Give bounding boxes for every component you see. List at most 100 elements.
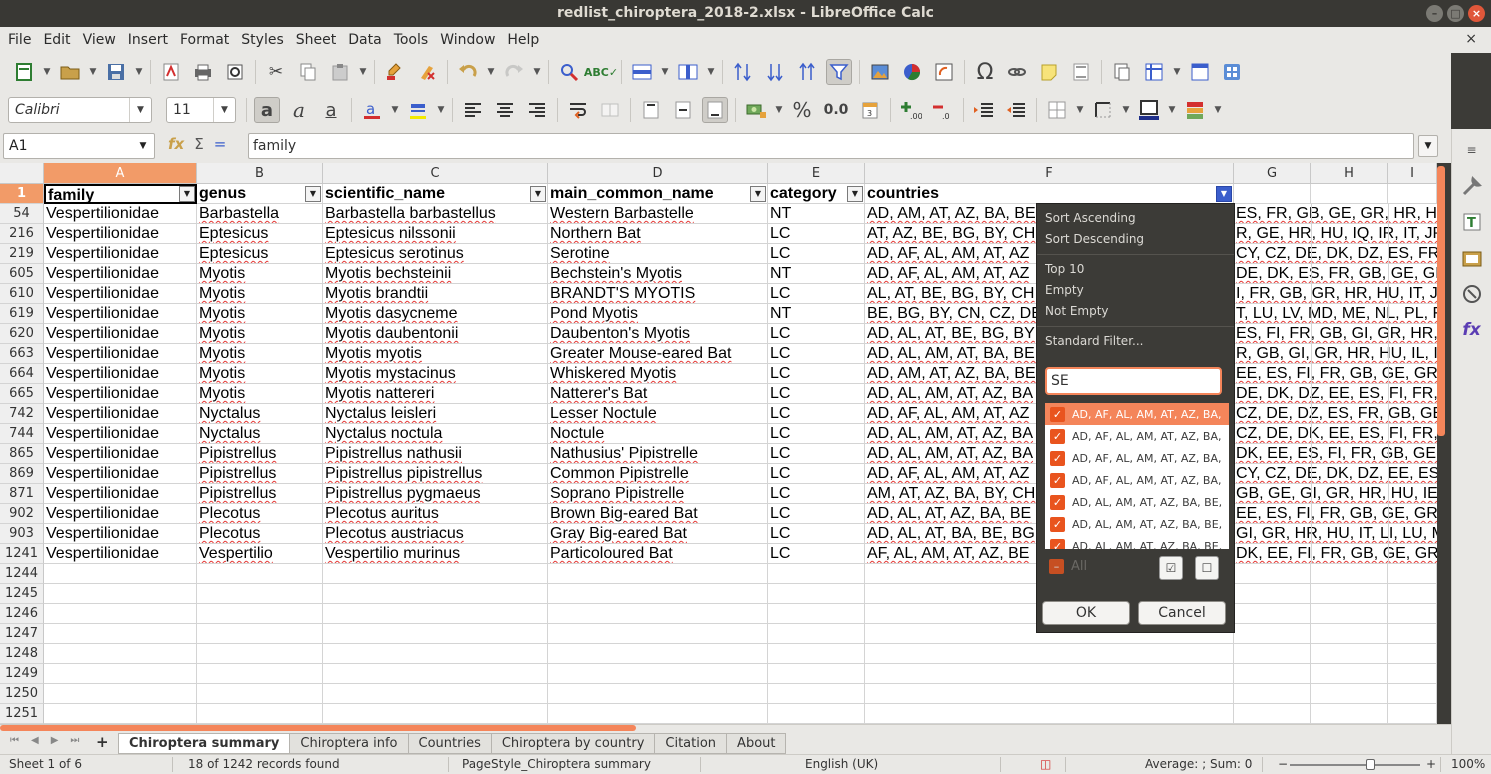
tab-countries[interactable]: Countries [408, 733, 492, 754]
table-cell[interactable]: R, GB, GI, GR, HR, HU, IL, IT [1234, 344, 1437, 364]
table-cell[interactable]: Myotis [197, 284, 323, 304]
empty-cell[interactable] [1311, 624, 1388, 644]
empty-cell[interactable] [323, 644, 548, 664]
save-dropdown-icon[interactable]: ▼ [133, 59, 145, 85]
empty-cell[interactable] [1388, 664, 1437, 684]
table-cell[interactable]: Vespertilionidae [44, 424, 197, 444]
cancel-button[interactable]: Cancel [1138, 601, 1226, 625]
empty-cell[interactable] [197, 644, 323, 664]
font-name-box[interactable]: Calibri ▼ [8, 97, 152, 123]
name-box[interactable]: A1 ▼ [3, 133, 155, 159]
empty-cell[interactable] [197, 704, 323, 724]
row-header[interactable]: 605 [0, 264, 44, 284]
empty-cell[interactable] [44, 704, 197, 724]
empty-cell[interactable] [1234, 704, 1311, 724]
hyperlink-icon[interactable] [1004, 59, 1030, 85]
empty-cell[interactable] [1388, 624, 1437, 644]
empty-cell[interactable] [323, 664, 548, 684]
borders-dropdown-icon[interactable]: ▼ [1120, 97, 1132, 123]
sort-ascending-item[interactable]: Sort Ascending [1037, 208, 1234, 229]
menu-file[interactable]: File [2, 27, 37, 53]
save-icon[interactable] [103, 59, 129, 85]
table-cell[interactable]: Plecotus austriacus [323, 524, 548, 544]
row-header[interactable]: 744 [0, 424, 44, 444]
column-header[interactable]: G [1234, 163, 1311, 184]
decrease-indent-icon[interactable] [1003, 97, 1029, 123]
table-cell[interactable]: LC [768, 484, 865, 504]
table-cell[interactable]: Pipistrellus [197, 484, 323, 504]
selection-sum[interactable]: Average: ; Sum: 0 [1145, 757, 1252, 771]
table-cell[interactable]: Myotis brandtii [323, 284, 548, 304]
spelling-icon[interactable]: ABC✓ [584, 59, 618, 85]
table-cell[interactable]: Gray Big-eared Bat [548, 524, 768, 544]
italic-icon[interactable]: a [286, 97, 312, 123]
table-cell[interactable]: Vespertilionidae [44, 544, 197, 564]
insert-image-icon[interactable] [867, 59, 893, 85]
autofilter-dropdown-icon[interactable]: ▼ [530, 186, 546, 202]
align-center-icon[interactable] [492, 97, 518, 123]
empty-cell[interactable] [768, 664, 865, 684]
row-header[interactable]: 216 [0, 224, 44, 244]
minimize-button[interactable]: – [1426, 5, 1443, 22]
table-cell[interactable]: Pipistrellus nathusii [323, 444, 548, 464]
redo-icon[interactable] [501, 59, 527, 85]
table-cell[interactable]: Nathusius' Pipistrelle [548, 444, 768, 464]
empty-cell[interactable] [44, 584, 197, 604]
navigator-icon[interactable] [1459, 281, 1485, 307]
tab-chiroptera-info[interactable]: Chiroptera info [290, 733, 409, 754]
empty-cell[interactable] [1388, 584, 1437, 604]
autofilter-dropdown-icon[interactable]: ▼ [305, 186, 321, 202]
tab-citation[interactable]: Citation [655, 733, 728, 754]
row-header[interactable]: 663 [0, 344, 44, 364]
row-header[interactable]: 1241 [0, 544, 44, 564]
empty-cell[interactable] [548, 664, 768, 684]
empty-cell[interactable] [548, 584, 768, 604]
sort-descending-icon[interactable] [794, 59, 820, 85]
row-icon[interactable] [629, 59, 655, 85]
table-cell[interactable]: CZ, DE, DZ, ES, FR, GB, GE [1234, 404, 1437, 424]
bold-icon[interactable]: a [254, 97, 280, 123]
currency-format-icon[interactable] [743, 97, 769, 123]
column-icon[interactable] [675, 59, 701, 85]
header-cell[interactable]: family [44, 184, 197, 204]
tab-about[interactable]: About [727, 733, 787, 754]
empty-cell[interactable] [548, 704, 768, 724]
freeze-rows-icon[interactable] [1141, 59, 1167, 85]
header-cell[interactable] [1234, 184, 1311, 204]
column-header[interactable]: H [1311, 163, 1388, 184]
column-header[interactable]: A [44, 163, 197, 184]
empty-cell[interactable] [197, 564, 323, 584]
menu-view[interactable]: View [77, 27, 122, 53]
table-cell[interactable]: NT [768, 304, 865, 324]
header-cell[interactable] [1311, 184, 1388, 204]
table-cell[interactable]: LC [768, 544, 865, 564]
conditional-format-icon[interactable] [1182, 97, 1208, 123]
table-cell[interactable]: Vespertilionidae [44, 464, 197, 484]
align-bottom-icon[interactable] [702, 97, 728, 123]
currency-dropdown-icon[interactable]: ▼ [773, 97, 785, 123]
standard-filter-item[interactable]: Standard Filter... [1037, 331, 1234, 352]
empty-cell[interactable] [768, 684, 865, 704]
table-cell[interactable]: Eptesicus nilssonii [323, 224, 548, 244]
checkbox-checked-icon[interactable]: ✓ [1050, 406, 1065, 422]
row-header[interactable]: 1250 [0, 684, 44, 704]
find-replace-icon[interactable] [556, 59, 582, 85]
empty-cell[interactable] [865, 644, 1234, 664]
align-vcenter-icon[interactable] [670, 97, 696, 123]
table-cell[interactable]: Myotis daubentonii [323, 324, 548, 344]
font-color-icon[interactable]: a [359, 97, 385, 123]
table-cell[interactable]: Myotis [197, 324, 323, 344]
table-cell[interactable]: NT [768, 264, 865, 284]
table-cell[interactable]: Plecotus [197, 504, 323, 524]
table-cell[interactable]: EE, ES, FI, FR, GB, GE, GR, I [1234, 504, 1437, 524]
align-top-icon[interactable] [638, 97, 664, 123]
table-cell[interactable]: Myotis [197, 304, 323, 324]
menu-window[interactable]: Window [434, 27, 501, 53]
table-cell[interactable]: DK, EE, FI, FR, GB, GE, GR, [1234, 544, 1437, 564]
new-dropdown-icon[interactable]: ▼ [41, 59, 53, 85]
table-cell[interactable]: Vespertilionidae [44, 344, 197, 364]
print-preview-icon[interactable] [222, 59, 248, 85]
empty-cell[interactable] [44, 684, 197, 704]
table-cell[interactable]: LC [768, 424, 865, 444]
table-cell[interactable]: LC [768, 444, 865, 464]
